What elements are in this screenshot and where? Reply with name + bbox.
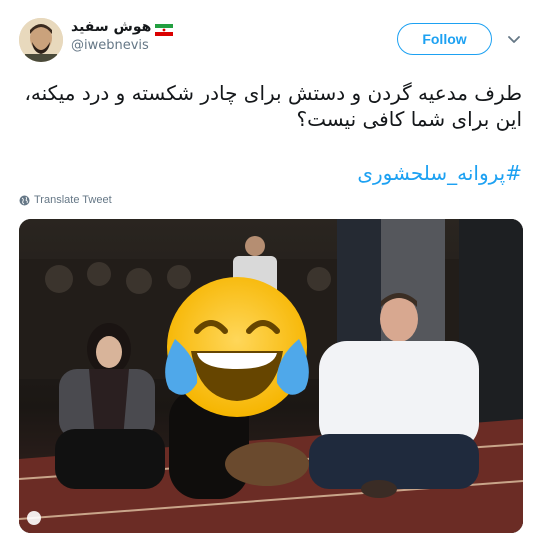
chevron-down-icon[interactable] xyxy=(505,30,523,48)
tweet-card: هوش سفید @iwebnevis Follow طرف مدعیه گرد… xyxy=(0,0,536,541)
display-name[interactable]: هوش سفید xyxy=(71,19,151,35)
iran-flag-icon xyxy=(155,21,174,36)
globe-icon xyxy=(19,195,30,206)
translate-label: Translate Tweet xyxy=(34,194,112,206)
user-info[interactable]: هوش سفید @iwebnevis xyxy=(71,19,251,53)
media-badge-icon xyxy=(27,511,41,525)
tweet-photo[interactable] xyxy=(19,219,523,533)
translate-tweet-link[interactable]: Translate Tweet xyxy=(19,194,112,206)
hashtag-link[interactable]: #پروانه_سلحشوری xyxy=(20,160,522,186)
follow-button[interactable]: Follow xyxy=(397,23,492,55)
tweet-text-line: این برای شما کافی نیست؟ xyxy=(296,107,522,131)
tweet-text-line: طرف مدعیه گردن و دستش برای چادر شکسته و … xyxy=(24,81,522,105)
user-handle[interactable]: @iwebnevis xyxy=(71,38,251,53)
tweet-text: طرف مدعیه گردن و دستش برای چادر شکسته و … xyxy=(20,80,522,132)
avatar[interactable] xyxy=(19,18,63,62)
